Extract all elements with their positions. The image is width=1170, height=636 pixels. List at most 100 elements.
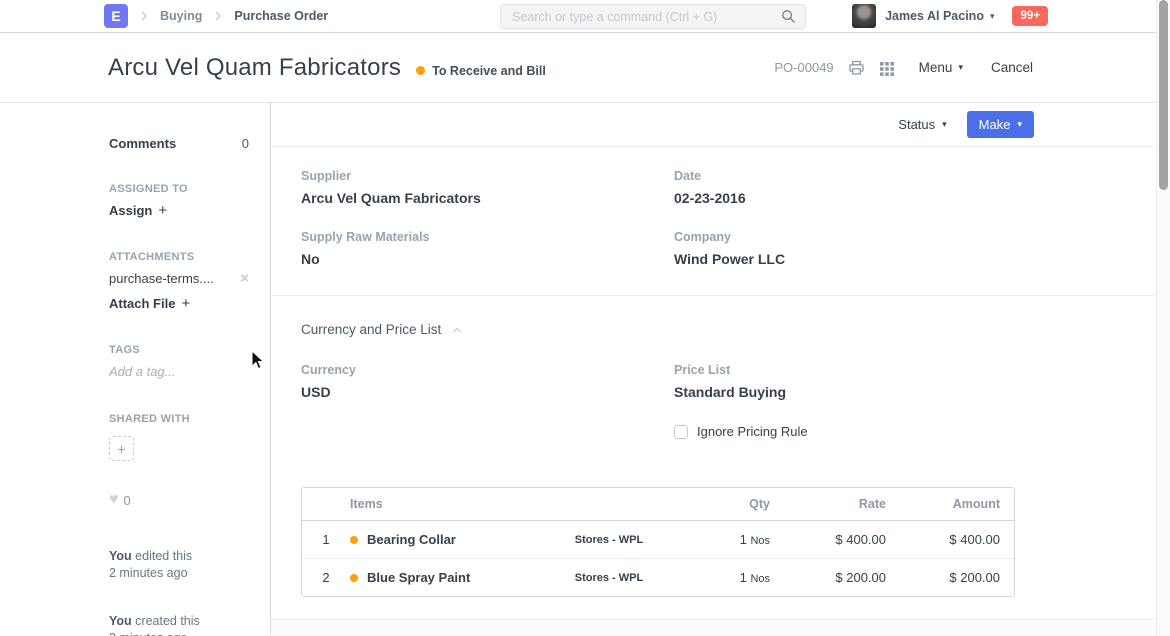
remove-attachment-icon[interactable]: × bbox=[240, 270, 249, 287]
navbar-user-area: James Al Pacino ▾ 99+ bbox=[852, 4, 1048, 28]
plus-icon: + bbox=[158, 202, 167, 219]
activity-when: 2 minutes ago bbox=[109, 565, 249, 582]
row-index: 1 bbox=[302, 532, 350, 547]
field-currency: Currency USD bbox=[301, 363, 674, 400]
next-section-strip bbox=[271, 620, 1156, 636]
section-divider bbox=[271, 295, 1156, 296]
item-warehouse: Stores - WPL bbox=[534, 534, 684, 546]
make-dropdown[interactable]: Make ▾ bbox=[967, 111, 1034, 138]
field-label: Company bbox=[674, 230, 1126, 244]
menu-button[interactable]: Menu ▾ bbox=[919, 60, 963, 75]
top-navbar: E Buying Purchase Order James Al Pacino … bbox=[0, 0, 1170, 33]
page-title: Arcu Vel Quam Fabricators bbox=[108, 54, 401, 82]
attach-file-button[interactable]: Attach File + bbox=[109, 295, 190, 312]
item-name[interactable]: Blue Spray Paint bbox=[367, 570, 470, 585]
global-search[interactable] bbox=[500, 4, 806, 29]
breadcrumb-buying[interactable]: Buying bbox=[160, 9, 202, 23]
ignore-pricing-rule-field[interactable]: Ignore Pricing Rule bbox=[674, 424, 1126, 439]
status-dot-icon bbox=[416, 66, 425, 75]
doc-id: PO-00049 bbox=[774, 60, 833, 75]
shared-with-heading: SHARED WITH bbox=[109, 413, 249, 425]
item-rate: $ 400.00 bbox=[784, 532, 900, 547]
field-label: Supply Raw Materials bbox=[301, 230, 674, 244]
activity-who: You bbox=[109, 614, 132, 628]
field-label: Date bbox=[674, 169, 1126, 183]
field-value[interactable]: USD bbox=[301, 384, 674, 400]
comments-link[interactable]: Comments bbox=[109, 136, 176, 151]
field-value[interactable]: No bbox=[301, 251, 674, 267]
field-supply-raw-materials: Supply Raw Materials No bbox=[301, 230, 674, 267]
activity-edited: You edited this 2 minutes ago bbox=[109, 548, 249, 582]
item-qty: 1 bbox=[740, 532, 747, 547]
plus-icon: + bbox=[181, 295, 190, 312]
field-value[interactable]: 02-23-2016 bbox=[674, 190, 1126, 206]
share-add-button[interactable]: + bbox=[109, 436, 134, 461]
make-dropdown-label: Make bbox=[979, 117, 1011, 132]
currency-section: Currency USD Price List Standard Buying … bbox=[301, 363, 1126, 439]
col-items-header: Items bbox=[350, 497, 534, 511]
status-indicator[interactable]: To Receive and Bill bbox=[416, 64, 546, 78]
ignore-pricing-rule-checkbox[interactable] bbox=[674, 425, 688, 439]
form-sidebar: Comments 0 ASSIGNED TO Assign + ATTACHME… bbox=[0, 103, 271, 635]
chevron-up-icon bbox=[451, 324, 463, 336]
breadcrumb-purchase-order[interactable]: Purchase Order bbox=[234, 9, 328, 23]
header-actions: PO-00049 Menu ▾ Cancel bbox=[774, 60, 1033, 76]
assign-button[interactable]: Assign + bbox=[109, 202, 167, 219]
form-main: Status ▾ Make ▾ Supplier Arcu Vel Quam F… bbox=[271, 103, 1156, 635]
assigned-to-heading: ASSIGNED TO bbox=[109, 183, 249, 195]
search-icon bbox=[781, 9, 796, 24]
app-logo[interactable]: E bbox=[104, 4, 128, 28]
table-row[interactable]: 2 Blue Spray Paint Stores - WPL 1 Nos $ … bbox=[302, 558, 1014, 596]
section-currency-price-list[interactable]: Currency and Price List bbox=[301, 322, 1126, 337]
item-status-dot-icon bbox=[350, 536, 358, 544]
item-uom: Nos bbox=[750, 573, 770, 585]
status-text: To Receive and Bill bbox=[432, 64, 546, 78]
tag-input[interactable] bbox=[109, 364, 249, 379]
table-row[interactable]: 1 Bearing Collar Stores - WPL 1 Nos $ 40… bbox=[302, 520, 1014, 558]
form-toolbar: Status ▾ Make ▾ bbox=[271, 103, 1156, 147]
search-input[interactable] bbox=[512, 10, 781, 24]
status-dropdown[interactable]: Status ▾ bbox=[890, 112, 954, 137]
notifications-badge[interactable]: 99+ bbox=[1012, 6, 1048, 26]
grid-menu-icon[interactable] bbox=[879, 60, 895, 76]
col-rate-header: Rate bbox=[784, 497, 900, 511]
chevron-right-icon bbox=[212, 10, 224, 22]
purchase-order-form: Supplier Arcu Vel Quam Fabricators Date … bbox=[271, 147, 1156, 636]
cancel-button[interactable]: Cancel bbox=[991, 60, 1033, 75]
activity-when: 2 minutes ago bbox=[109, 630, 249, 636]
chevron-down-icon: ▾ bbox=[990, 12, 995, 21]
assign-label: Assign bbox=[109, 203, 152, 218]
col-qty-header: Qty bbox=[684, 497, 784, 511]
activity-who: You bbox=[109, 549, 132, 563]
attach-file-label: Attach File bbox=[109, 296, 175, 311]
field-value[interactable]: Standard Buying bbox=[674, 384, 1126, 400]
page-scrollbar[interactable] bbox=[1156, 0, 1170, 636]
field-label: Currency bbox=[301, 363, 674, 377]
field-price-list: Price List Standard Buying bbox=[674, 363, 1126, 400]
menu-label: Menu bbox=[919, 60, 953, 75]
heart-icon[interactable]: ♥ bbox=[109, 492, 119, 508]
item-amount: $ 200.00 bbox=[900, 570, 1014, 585]
user-avatar[interactable] bbox=[852, 4, 876, 28]
item-amount: $ 400.00 bbox=[900, 532, 1014, 547]
field-company: Company Wind Power LLC bbox=[674, 230, 1126, 267]
item-name[interactable]: Bearing Collar bbox=[367, 532, 456, 547]
user-name-label: James Al Pacino bbox=[885, 9, 984, 23]
field-date: Date 02-23-2016 bbox=[674, 169, 1126, 206]
scrollbar-thumb[interactable] bbox=[1159, 0, 1168, 190]
activity-action: created this bbox=[135, 614, 200, 628]
attachments-heading: ATTACHMENTS bbox=[109, 251, 249, 263]
items-table: Items Qty Rate Amount 1 Bearing Collar S… bbox=[301, 487, 1015, 597]
user-menu[interactable]: James Al Pacino ▾ bbox=[885, 9, 994, 23]
print-icon[interactable] bbox=[848, 60, 865, 76]
tags-heading: TAGS bbox=[109, 344, 249, 356]
activity-created: You created this 2 minutes ago bbox=[109, 613, 249, 636]
item-qty: 1 bbox=[740, 570, 747, 585]
plus-icon: + bbox=[117, 441, 125, 457]
field-value[interactable]: Wind Power LLC bbox=[674, 251, 1126, 267]
likes-count: 0 bbox=[124, 493, 131, 508]
field-label: Supplier bbox=[301, 169, 674, 183]
chevron-down-icon: ▾ bbox=[942, 120, 947, 129]
attachment-link[interactable]: purchase-terms.... bbox=[109, 271, 214, 286]
field-value[interactable]: Arcu Vel Quam Fabricators bbox=[301, 190, 674, 206]
